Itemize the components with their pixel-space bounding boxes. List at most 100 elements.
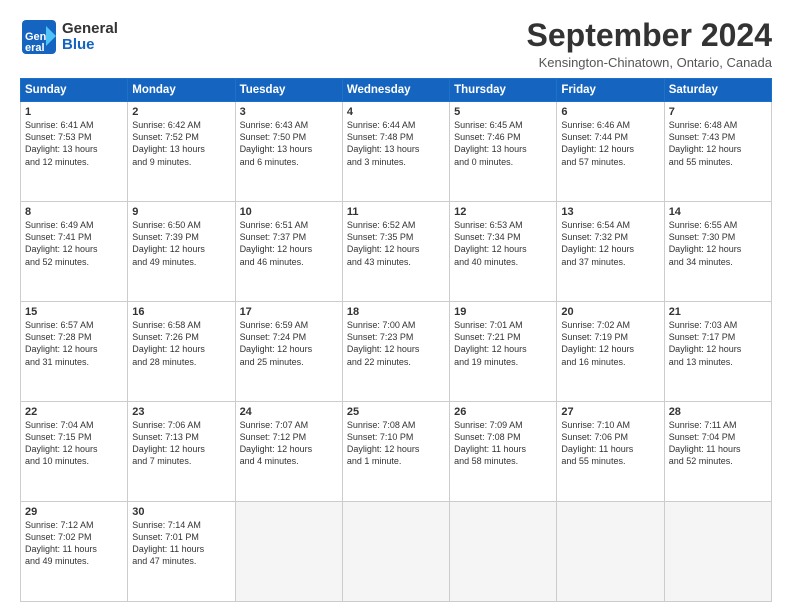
weekday-header-sunday: Sunday	[21, 79, 128, 102]
calendar-cell	[557, 502, 664, 602]
day-info: Sunrise: 6:41 AM Sunset: 7:53 PM Dayligh…	[25, 119, 123, 168]
day-info: Sunrise: 6:42 AM Sunset: 7:52 PM Dayligh…	[132, 119, 230, 168]
day-info: Sunrise: 6:46 AM Sunset: 7:44 PM Dayligh…	[561, 119, 659, 168]
calendar-cell: 21Sunrise: 7:03 AM Sunset: 7:17 PM Dayli…	[664, 302, 771, 402]
weekday-header-monday: Monday	[128, 79, 235, 102]
header: Gen- eral General Blue September 2024 Ke…	[20, 18, 772, 70]
day-info: Sunrise: 6:48 AM Sunset: 7:43 PM Dayligh…	[669, 119, 767, 168]
calendar-cell: 13Sunrise: 6:54 AM Sunset: 7:32 PM Dayli…	[557, 202, 664, 302]
day-info: Sunrise: 7:00 AM Sunset: 7:23 PM Dayligh…	[347, 319, 445, 368]
calendar-cell: 19Sunrise: 7:01 AM Sunset: 7:21 PM Dayli…	[450, 302, 557, 402]
calendar-cell: 1Sunrise: 6:41 AM Sunset: 7:53 PM Daylig…	[21, 102, 128, 202]
day-number: 20	[561, 306, 659, 318]
calendar-cell: 14Sunrise: 6:55 AM Sunset: 7:30 PM Dayli…	[664, 202, 771, 302]
day-number: 4	[347, 106, 445, 118]
calendar-cell: 15Sunrise: 6:57 AM Sunset: 7:28 PM Dayli…	[21, 302, 128, 402]
calendar-cell: 9Sunrise: 6:50 AM Sunset: 7:39 PM Daylig…	[128, 202, 235, 302]
logo-blue: Blue	[62, 37, 118, 54]
day-number: 11	[347, 206, 445, 218]
calendar-cell: 12Sunrise: 6:53 AM Sunset: 7:34 PM Dayli…	[450, 202, 557, 302]
day-number: 27	[561, 406, 659, 418]
day-info: Sunrise: 6:52 AM Sunset: 7:35 PM Dayligh…	[347, 219, 445, 268]
day-number: 17	[240, 306, 338, 318]
weekday-header-tuesday: Tuesday	[235, 79, 342, 102]
calendar-table: SundayMondayTuesdayWednesdayThursdayFrid…	[20, 78, 772, 602]
calendar-cell	[664, 502, 771, 602]
month-title: September 2024	[527, 18, 772, 53]
day-number: 1	[25, 106, 123, 118]
calendar-cell: 25Sunrise: 7:08 AM Sunset: 7:10 PM Dayli…	[342, 402, 449, 502]
calendar-cell: 6Sunrise: 6:46 AM Sunset: 7:44 PM Daylig…	[557, 102, 664, 202]
day-number: 19	[454, 306, 552, 318]
calendar-cell: 29Sunrise: 7:12 AM Sunset: 7:02 PM Dayli…	[21, 502, 128, 602]
day-number: 30	[132, 506, 230, 518]
day-number: 7	[669, 106, 767, 118]
day-info: Sunrise: 7:14 AM Sunset: 7:01 PM Dayligh…	[132, 519, 230, 568]
day-number: 10	[240, 206, 338, 218]
week-row-3: 15Sunrise: 6:57 AM Sunset: 7:28 PM Dayli…	[21, 302, 772, 402]
day-info: Sunrise: 7:11 AM Sunset: 7:04 PM Dayligh…	[669, 419, 767, 468]
calendar-cell: 3Sunrise: 6:43 AM Sunset: 7:50 PM Daylig…	[235, 102, 342, 202]
day-info: Sunrise: 7:06 AM Sunset: 7:13 PM Dayligh…	[132, 419, 230, 468]
day-number: 12	[454, 206, 552, 218]
logo-icon: Gen- eral	[20, 18, 58, 56]
calendar-cell: 26Sunrise: 7:09 AM Sunset: 7:08 PM Dayli…	[450, 402, 557, 502]
day-info: Sunrise: 6:54 AM Sunset: 7:32 PM Dayligh…	[561, 219, 659, 268]
day-number: 21	[669, 306, 767, 318]
day-number: 24	[240, 406, 338, 418]
day-info: Sunrise: 7:10 AM Sunset: 7:06 PM Dayligh…	[561, 419, 659, 468]
calendar-cell: 8Sunrise: 6:49 AM Sunset: 7:41 PM Daylig…	[21, 202, 128, 302]
calendar-cell: 2Sunrise: 6:42 AM Sunset: 7:52 PM Daylig…	[128, 102, 235, 202]
day-info: Sunrise: 7:01 AM Sunset: 7:21 PM Dayligh…	[454, 319, 552, 368]
calendar-cell: 18Sunrise: 7:00 AM Sunset: 7:23 PM Dayli…	[342, 302, 449, 402]
logo-general: General	[62, 21, 118, 38]
weekday-header-friday: Friday	[557, 79, 664, 102]
calendar-cell: 17Sunrise: 6:59 AM Sunset: 7:24 PM Dayli…	[235, 302, 342, 402]
calendar-cell: 16Sunrise: 6:58 AM Sunset: 7:26 PM Dayli…	[128, 302, 235, 402]
day-info: Sunrise: 6:44 AM Sunset: 7:48 PM Dayligh…	[347, 119, 445, 168]
day-info: Sunrise: 6:58 AM Sunset: 7:26 PM Dayligh…	[132, 319, 230, 368]
day-number: 13	[561, 206, 659, 218]
week-row-4: 22Sunrise: 7:04 AM Sunset: 7:15 PM Dayli…	[21, 402, 772, 502]
day-info: Sunrise: 6:55 AM Sunset: 7:30 PM Dayligh…	[669, 219, 767, 268]
calendar-cell: 10Sunrise: 6:51 AM Sunset: 7:37 PM Dayli…	[235, 202, 342, 302]
calendar-cell: 30Sunrise: 7:14 AM Sunset: 7:01 PM Dayli…	[128, 502, 235, 602]
calendar-cell: 7Sunrise: 6:48 AM Sunset: 7:43 PM Daylig…	[664, 102, 771, 202]
weekday-header-row: SundayMondayTuesdayWednesdayThursdayFrid…	[21, 79, 772, 102]
day-number: 23	[132, 406, 230, 418]
day-info: Sunrise: 7:08 AM Sunset: 7:10 PM Dayligh…	[347, 419, 445, 468]
day-number: 26	[454, 406, 552, 418]
day-number: 25	[347, 406, 445, 418]
day-number: 5	[454, 106, 552, 118]
calendar-cell: 23Sunrise: 7:06 AM Sunset: 7:13 PM Dayli…	[128, 402, 235, 502]
day-info: Sunrise: 7:04 AM Sunset: 7:15 PM Dayligh…	[25, 419, 123, 468]
svg-text:eral: eral	[25, 42, 45, 54]
day-number: 22	[25, 406, 123, 418]
week-row-2: 8Sunrise: 6:49 AM Sunset: 7:41 PM Daylig…	[21, 202, 772, 302]
calendar-cell: 22Sunrise: 7:04 AM Sunset: 7:15 PM Dayli…	[21, 402, 128, 502]
calendar-cell	[235, 502, 342, 602]
calendar-cell: 5Sunrise: 6:45 AM Sunset: 7:46 PM Daylig…	[450, 102, 557, 202]
weekday-header-wednesday: Wednesday	[342, 79, 449, 102]
day-info: Sunrise: 6:59 AM Sunset: 7:24 PM Dayligh…	[240, 319, 338, 368]
calendar-cell: 11Sunrise: 6:52 AM Sunset: 7:35 PM Dayli…	[342, 202, 449, 302]
day-number: 2	[132, 106, 230, 118]
day-info: Sunrise: 7:07 AM Sunset: 7:12 PM Dayligh…	[240, 419, 338, 468]
day-number: 9	[132, 206, 230, 218]
logo: Gen- eral General Blue	[20, 18, 118, 56]
day-info: Sunrise: 6:53 AM Sunset: 7:34 PM Dayligh…	[454, 219, 552, 268]
day-info: Sunrise: 7:12 AM Sunset: 7:02 PM Dayligh…	[25, 519, 123, 568]
calendar-cell	[342, 502, 449, 602]
day-number: 14	[669, 206, 767, 218]
day-number: 15	[25, 306, 123, 318]
calendar-cell	[450, 502, 557, 602]
calendar-cell: 27Sunrise: 7:10 AM Sunset: 7:06 PM Dayli…	[557, 402, 664, 502]
title-block: September 2024 Kensington-Chinatown, Ont…	[527, 18, 772, 70]
day-info: Sunrise: 6:57 AM Sunset: 7:28 PM Dayligh…	[25, 319, 123, 368]
day-info: Sunrise: 7:02 AM Sunset: 7:19 PM Dayligh…	[561, 319, 659, 368]
location: Kensington-Chinatown, Ontario, Canada	[527, 55, 772, 70]
calendar-cell: 28Sunrise: 7:11 AM Sunset: 7:04 PM Dayli…	[664, 402, 771, 502]
day-info: Sunrise: 6:51 AM Sunset: 7:37 PM Dayligh…	[240, 219, 338, 268]
day-info: Sunrise: 6:49 AM Sunset: 7:41 PM Dayligh…	[25, 219, 123, 268]
day-info: Sunrise: 6:45 AM Sunset: 7:46 PM Dayligh…	[454, 119, 552, 168]
